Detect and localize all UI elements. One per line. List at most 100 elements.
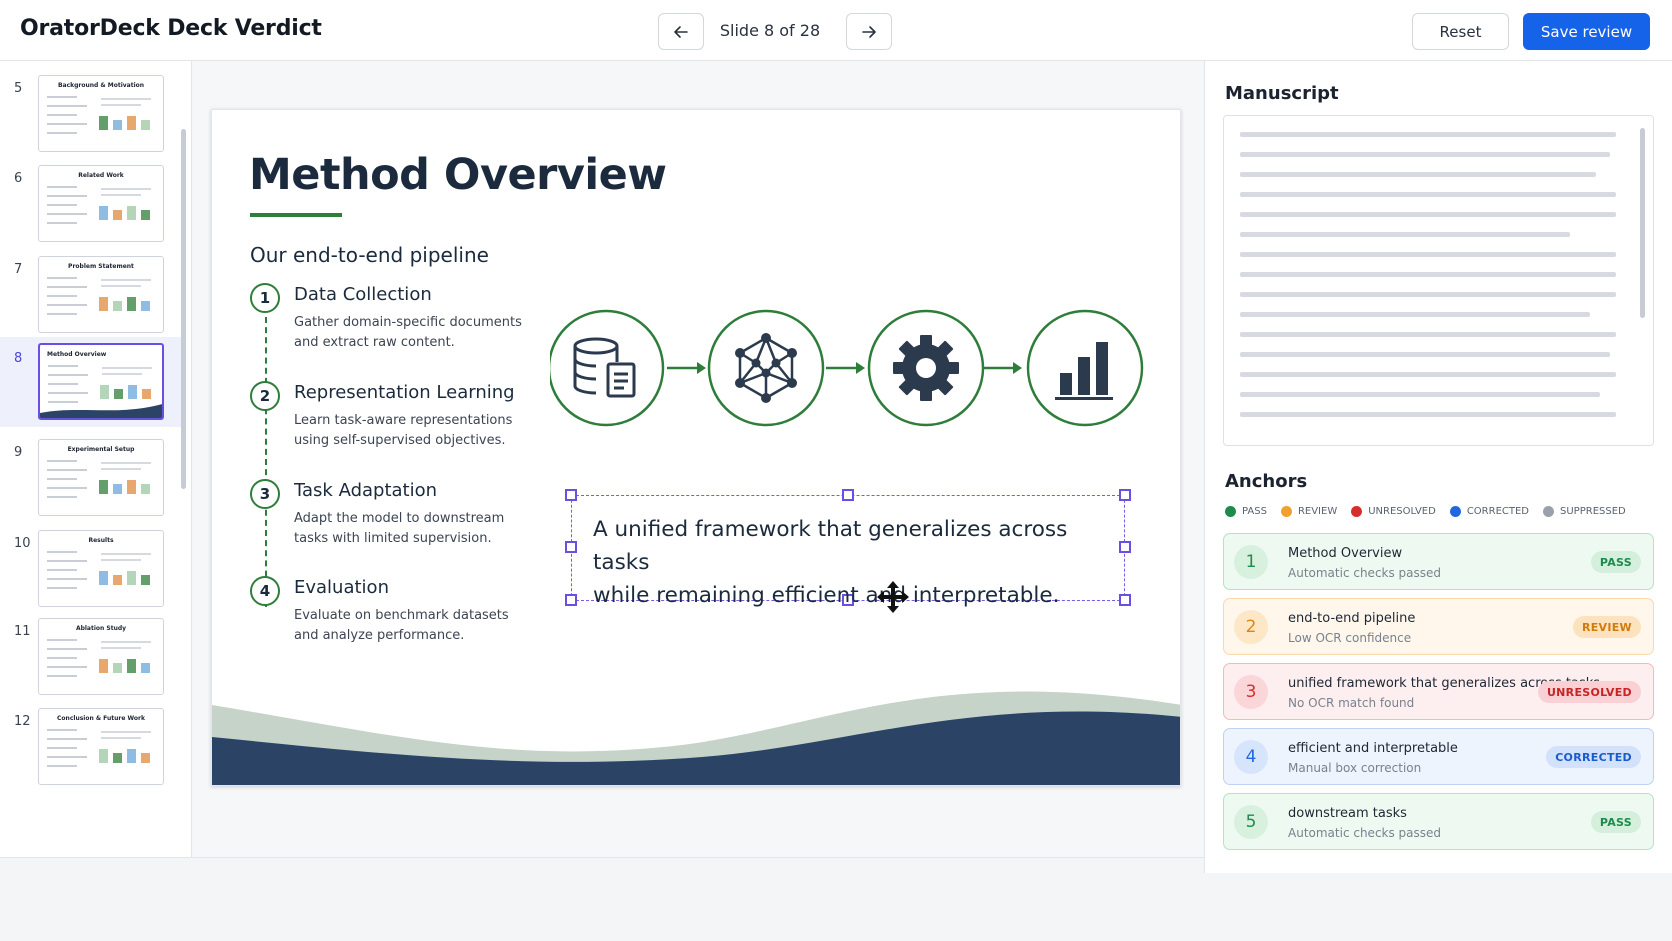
step-description: Adapt the model to downstream tasks with … [294, 511, 505, 546]
slide-thumbnail[interactable]: 11 Ablation Study [0, 618, 183, 706]
anchor-item-3[interactable]: 3 unified framework that generalizes acr… [1223, 663, 1654, 720]
status-badge: PASS [1590, 811, 1641, 833]
thumbnail-number: 9 [14, 445, 23, 460]
arrow-left-icon [674, 25, 688, 38]
manuscript-text-area[interactable] [1223, 115, 1654, 446]
slide-title[interactable]: Method Overview [249, 150, 667, 200]
slide-thumbnail[interactable]: 7 Problem Statement [0, 256, 183, 344]
slide-thumbnail[interactable]: 9 Experimental Setup [0, 439, 183, 527]
step-number: 4 [250, 576, 280, 606]
thumbnail-preview: Ablation Study [38, 618, 164, 695]
arrow-right-icon [667, 362, 706, 374]
slide-thumbnail[interactable]: 10 Results [0, 530, 183, 618]
thumbnail-title: Method Overview [47, 351, 107, 358]
title-underline [250, 213, 342, 217]
resize-handle-top-left[interactable] [565, 489, 577, 501]
thumbnail-preview: Background & Motivation [38, 75, 164, 152]
step-title: Representation Learning [294, 382, 515, 403]
legend-suppressed: SUPPRESSED [1543, 506, 1626, 517]
slide-counter: Slide 8 of 28 [719, 21, 821, 40]
anchor-subtitle: Low OCR confidence [1288, 631, 1412, 645]
slide-subtitle[interactable]: Our end-to-end pipeline [250, 243, 489, 267]
step-title: Evaluation [294, 577, 389, 598]
anchor-number: 4 [1234, 740, 1268, 774]
status-badge: UNRESOLVED [1537, 681, 1641, 703]
steps-connector-line [265, 317, 267, 607]
thumbnail-preview: Conclusion & Future Work [38, 708, 164, 785]
slide-thumbnail[interactable]: 6 Related Work [0, 165, 183, 253]
thumbnail-number: 12 [14, 714, 31, 729]
resize-handle-bottom-left[interactable] [565, 594, 577, 606]
bar-chart-icon[interactable] [1026, 309, 1144, 427]
resize-handle-top[interactable] [842, 489, 854, 501]
anchor-item-4[interactable]: 4 efficient and interpretable Manual box… [1223, 728, 1654, 785]
resize-handle-top-right[interactable] [1119, 489, 1131, 501]
thumbnail-title: Ablation Study [75, 625, 127, 632]
prev-slide-button[interactable] [658, 13, 704, 50]
anchor-number: 1 [1234, 545, 1268, 579]
thumbnail-title: Experimental Setup [67, 446, 135, 453]
thumbnail-title: Problem Statement [68, 263, 134, 270]
bottom-strip [0, 857, 1204, 941]
anchor-title: efficient and interpretable [1288, 741, 1458, 756]
next-slide-button[interactable] [846, 13, 892, 50]
app-root: OratorDeck Deck Verdict Slide 8 of 28 Re… [0, 0, 1672, 941]
status-legend: PASS REVIEW UNRESOLVED CORRECTED SUPPRES… [1225, 506, 1626, 517]
step-number: 1 [250, 283, 280, 313]
thumbnail-scrollbar[interactable] [181, 129, 186, 489]
slide-thumbnail[interactable]: 5 Background & Motivation [0, 75, 183, 163]
anchor-item-5[interactable]: 5 downstream tasks Automatic checks pass… [1223, 793, 1654, 850]
thumbnail-number: 10 [14, 536, 31, 551]
anchor-title: end-to-end pipeline [1288, 611, 1416, 626]
anchors-heading: Anchors [1225, 471, 1308, 492]
manuscript-scrollbar[interactable] [1640, 128, 1645, 318]
thumbnail-preview: Related Work [38, 165, 164, 242]
gear-icon[interactable] [867, 309, 985, 427]
thumbnail-preview: Experimental Setup [38, 439, 164, 516]
pipeline-diagram [550, 309, 1144, 427]
anchor-item-2[interactable]: 2 end-to-end pipeline Low OCR confidence… [1223, 598, 1654, 655]
thumbnail-number: 6 [14, 171, 23, 186]
anchor-number: 3 [1234, 675, 1268, 709]
thumbnail-title: Conclusion & Future Work [57, 715, 145, 722]
step-title: Task Adaptation [294, 480, 438, 501]
slide-thumbnail[interactable]: 8 Method Overview [0, 337, 183, 427]
anchor-title: Method Overview [1288, 546, 1403, 561]
arrow-right-icon [826, 362, 865, 374]
slide-thumbnail-sidebar[interactable]: 5 Background & Motivation 6 Related Work 7 Pr… [0, 61, 192, 857]
arrow-right-icon [862, 25, 876, 38]
legend-corrected: CORRECTED [1449, 506, 1529, 517]
anchor-subtitle: Automatic checks passed [1288, 566, 1442, 580]
legend-unresolved: UNRESOLVED [1351, 506, 1436, 517]
reset-button[interactable]: Reset [1412, 13, 1509, 50]
thumbnail-title: Results [88, 537, 114, 544]
thumbnail-title: Background & Motivation [57, 82, 145, 89]
anchor-number: 5 [1234, 805, 1268, 839]
anchor-subtitle: Automatic checks passed [1288, 826, 1442, 840]
database-document-icon[interactable] [550, 309, 665, 427]
thumbnail-number: 7 [14, 262, 23, 277]
thumbnail-preview: Problem Statement [38, 256, 164, 333]
anchor-subtitle: No OCR match found [1288, 696, 1415, 710]
slide-canvas[interactable]: Method Overview Our end-to-end pipeline … [211, 109, 1181, 786]
thumbnail-preview: Results [38, 530, 164, 607]
status-badge: CORRECTED [1546, 746, 1641, 768]
thumbnail-title: Related Work [78, 172, 124, 179]
legend-review: REVIEW [1280, 506, 1337, 517]
step-number: 2 [250, 381, 280, 411]
thumbnail-preview: Method Overview [38, 343, 164, 420]
step-title: Data Collection [294, 284, 432, 305]
network-graph-icon[interactable] [707, 309, 825, 427]
anchor-item-1[interactable]: 1 Method Overview Automatic checks passe… [1223, 533, 1654, 590]
step-description: Evaluate on benchmark datasets and analyz… [294, 608, 509, 643]
status-badge: PASS [1590, 551, 1641, 573]
step-description: Gather domain-specific documents and extr… [294, 315, 522, 350]
anchor-subtitle: Manual box correction [1288, 761, 1422, 775]
quote-text[interactable]: A unified framework that generalizes acr… [593, 513, 1123, 612]
thumbnail-number: 11 [14, 624, 31, 639]
resize-handle-left[interactable] [565, 541, 577, 553]
slide-thumbnail[interactable]: 12 Conclusion & Future Work [0, 708, 183, 796]
move-cursor-icon [877, 581, 909, 613]
save-review-button[interactable]: Save review [1523, 13, 1650, 50]
manuscript-heading: Manuscript [1225, 83, 1339, 104]
